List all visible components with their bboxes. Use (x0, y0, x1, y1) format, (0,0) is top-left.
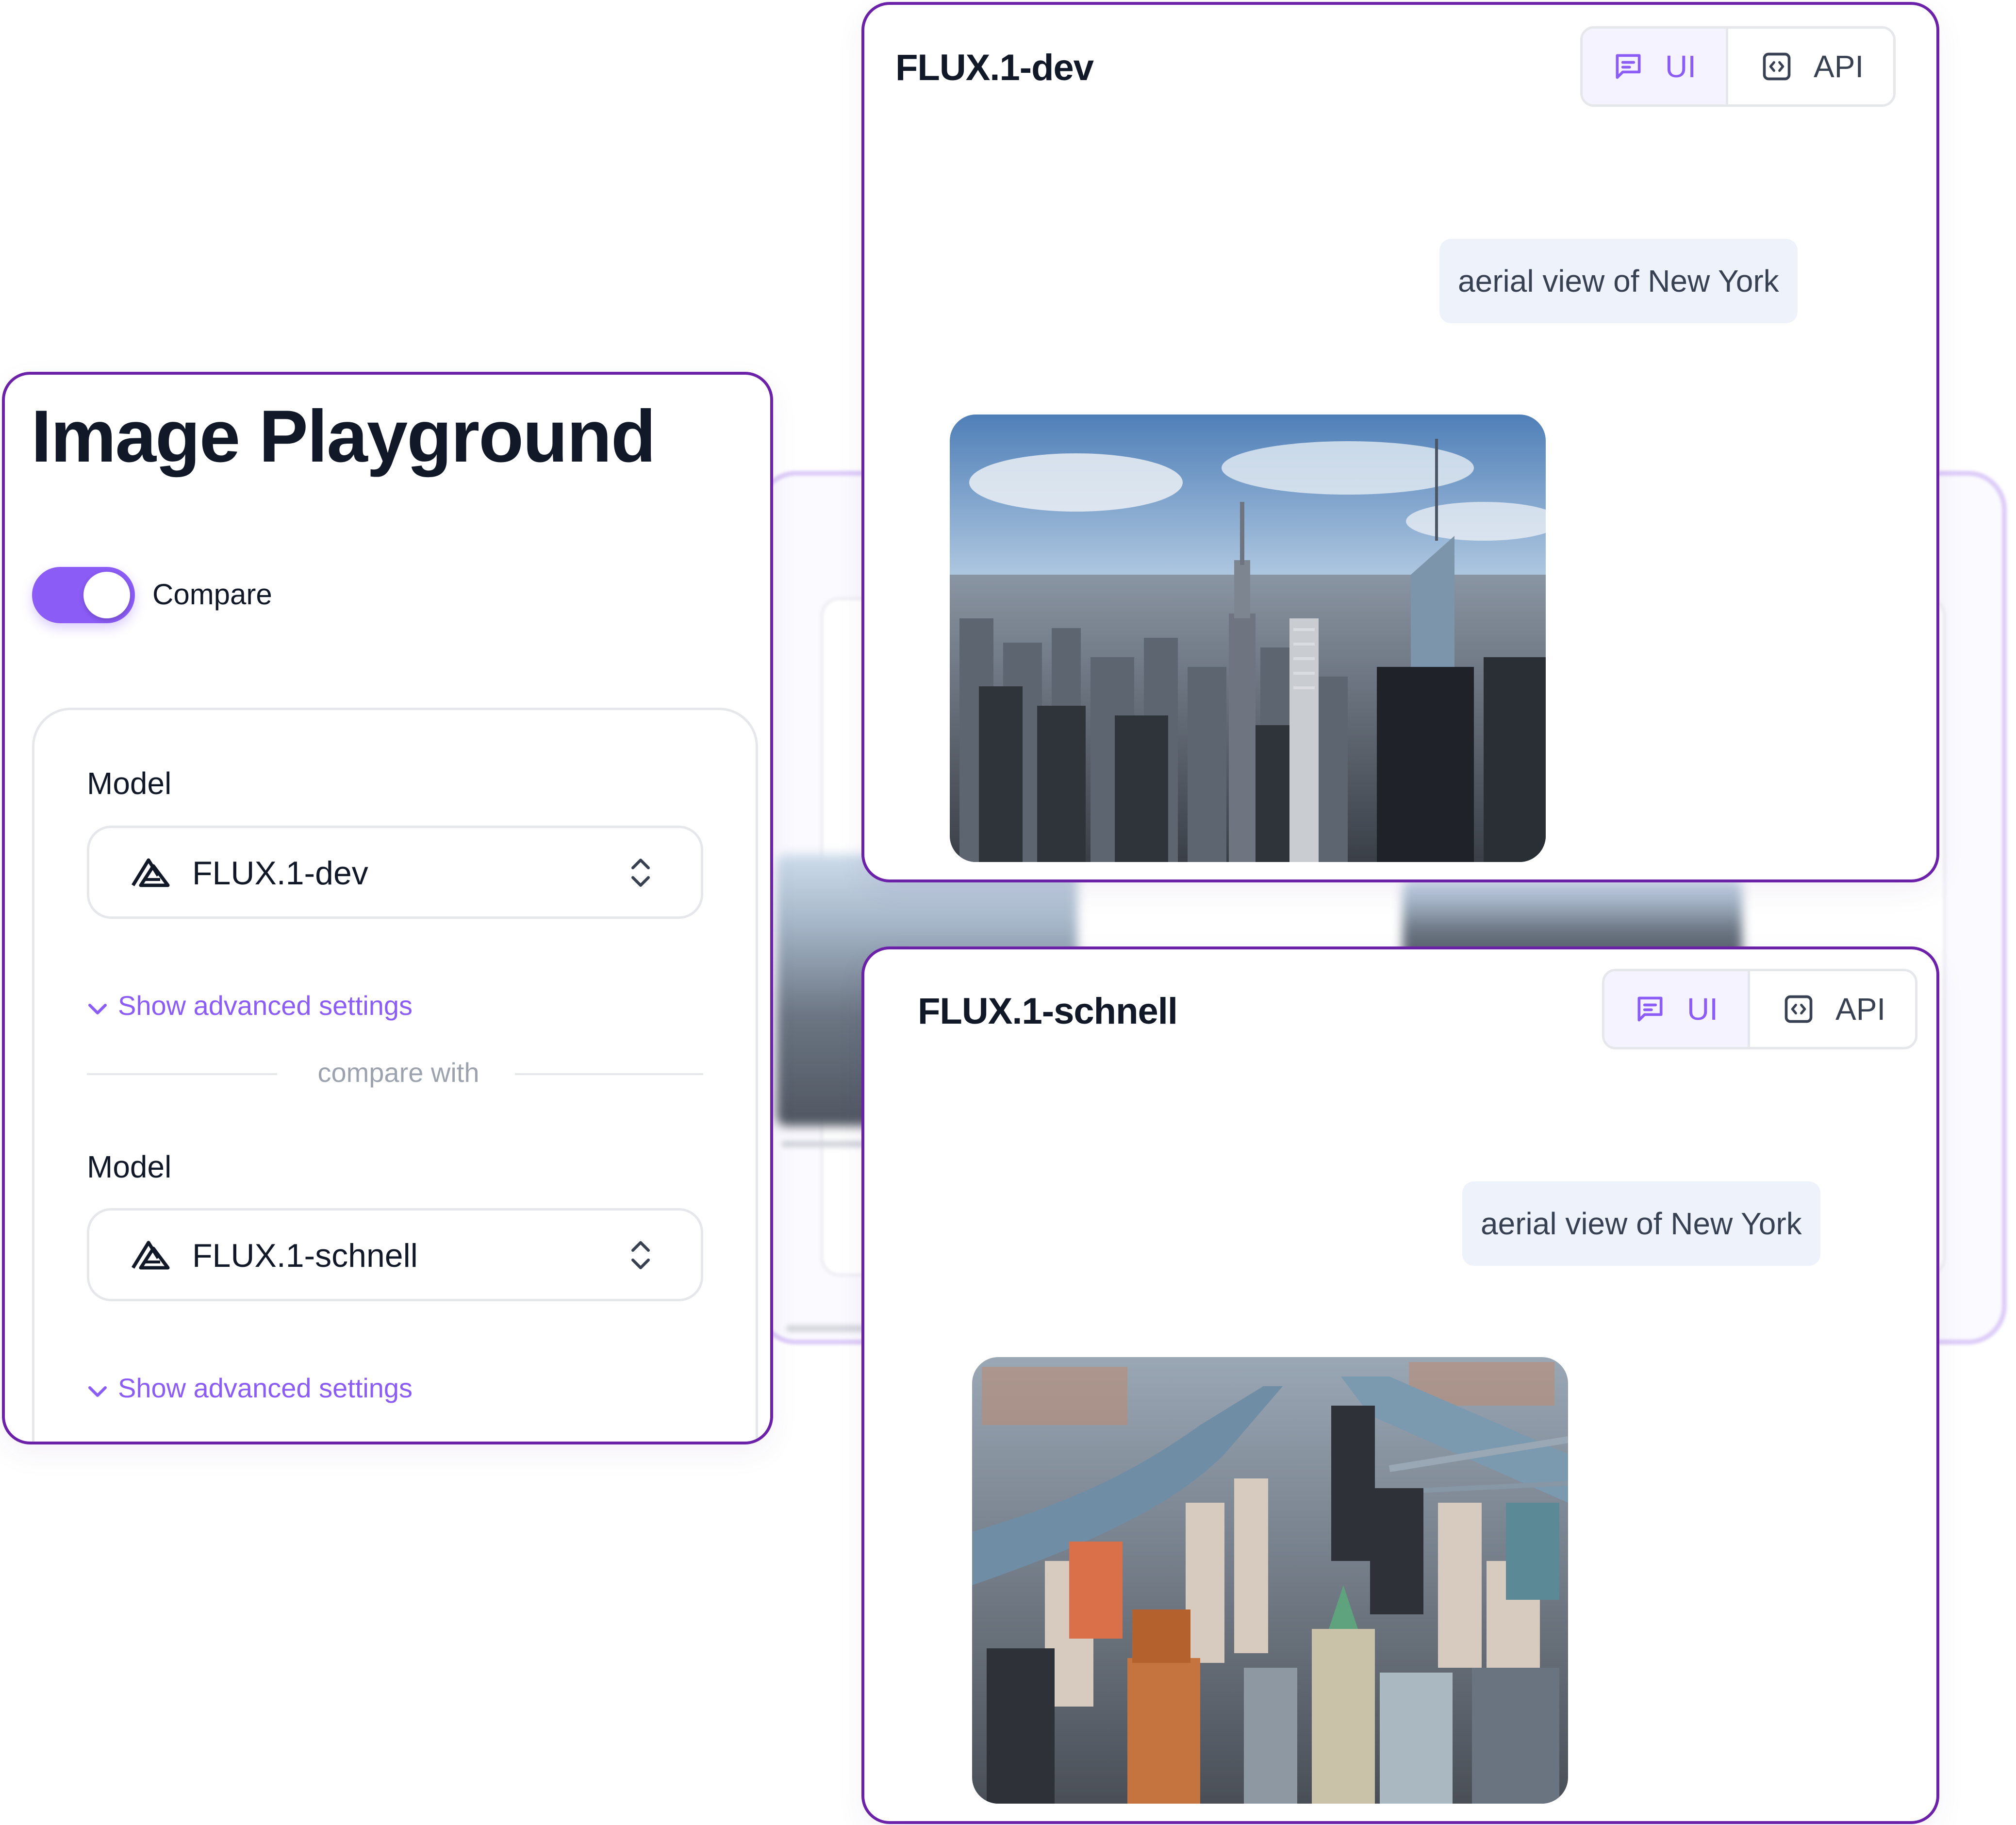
prompt-message: aerial view of New York (1462, 1181, 1820, 1266)
compare-model-label: Model (87, 1149, 172, 1184)
compare-model-select-value: FLUX.1-schnell (192, 1237, 418, 1274)
tab-api-label: API (1814, 49, 1864, 84)
prompt-message: aerial view of New York (1439, 239, 1798, 323)
result-card-flux-schnell: FLUX.1-schnell UI API aerial view of New… (861, 946, 1939, 1824)
view-mode-toggle: UI API (1580, 26, 1896, 107)
view-mode-toggle: UI API (1602, 969, 1917, 1049)
triangle-logo-icon (132, 858, 170, 887)
show-advanced-settings-link-compare[interactable]: Show advanced settings (118, 1372, 413, 1404)
tab-api[interactable]: API (1750, 971, 1915, 1047)
generated-image[interactable] (972, 1357, 1568, 1804)
chevron-down-icon[interactable] (87, 1001, 108, 1017)
chevron-down-icon[interactable] (87, 1384, 108, 1399)
model-select-value: FLUX.1-dev (192, 855, 368, 892)
result-card-flux-dev: FLUX.1-dev UI API aerial view of New Yor… (861, 2, 1939, 882)
divider-right (515, 1073, 703, 1075)
tab-ui-label: UI (1687, 992, 1718, 1027)
page-title: Image Playground (31, 395, 656, 478)
code-brackets-icon (1763, 52, 1791, 81)
tab-api[interactable]: API (1728, 29, 1893, 104)
toggle-knob (83, 572, 130, 618)
compare-toggle[interactable] (32, 567, 135, 623)
message-square-icon (1637, 996, 1663, 1022)
tab-ui[interactable]: UI (1583, 29, 1728, 104)
result-model-title: FLUX.1-dev (895, 47, 1094, 88)
code-brackets-icon (1785, 995, 1813, 1023)
chevron-updown-icon (631, 859, 650, 887)
chevron-updown-icon (631, 1241, 650, 1269)
compare-model-select[interactable]: FLUX.1-schnell (87, 1208, 703, 1301)
compare-label: Compare (152, 578, 272, 611)
image-playground-panel: Image Playground Compare Model FLUX.1-de… (2, 372, 773, 1444)
tab-ui[interactable]: UI (1604, 971, 1750, 1047)
message-square-icon (1616, 54, 1641, 79)
result-model-title: FLUX.1-schnell (918, 991, 1178, 1032)
generated-image[interactable] (950, 415, 1546, 862)
divider-left (87, 1073, 277, 1075)
model-label: Model (87, 766, 172, 801)
tab-ui-label: UI (1665, 49, 1696, 84)
model-select[interactable]: FLUX.1-dev (87, 826, 703, 919)
compare-with-label: compare with (317, 1057, 479, 1088)
model-settings-box: Model FLUX.1-dev Show advanced settings … (32, 708, 758, 1442)
triangle-logo-icon (132, 1241, 170, 1270)
show-advanced-settings-link[interactable]: Show advanced settings (118, 990, 413, 1021)
tab-api-label: API (1835, 992, 1886, 1027)
